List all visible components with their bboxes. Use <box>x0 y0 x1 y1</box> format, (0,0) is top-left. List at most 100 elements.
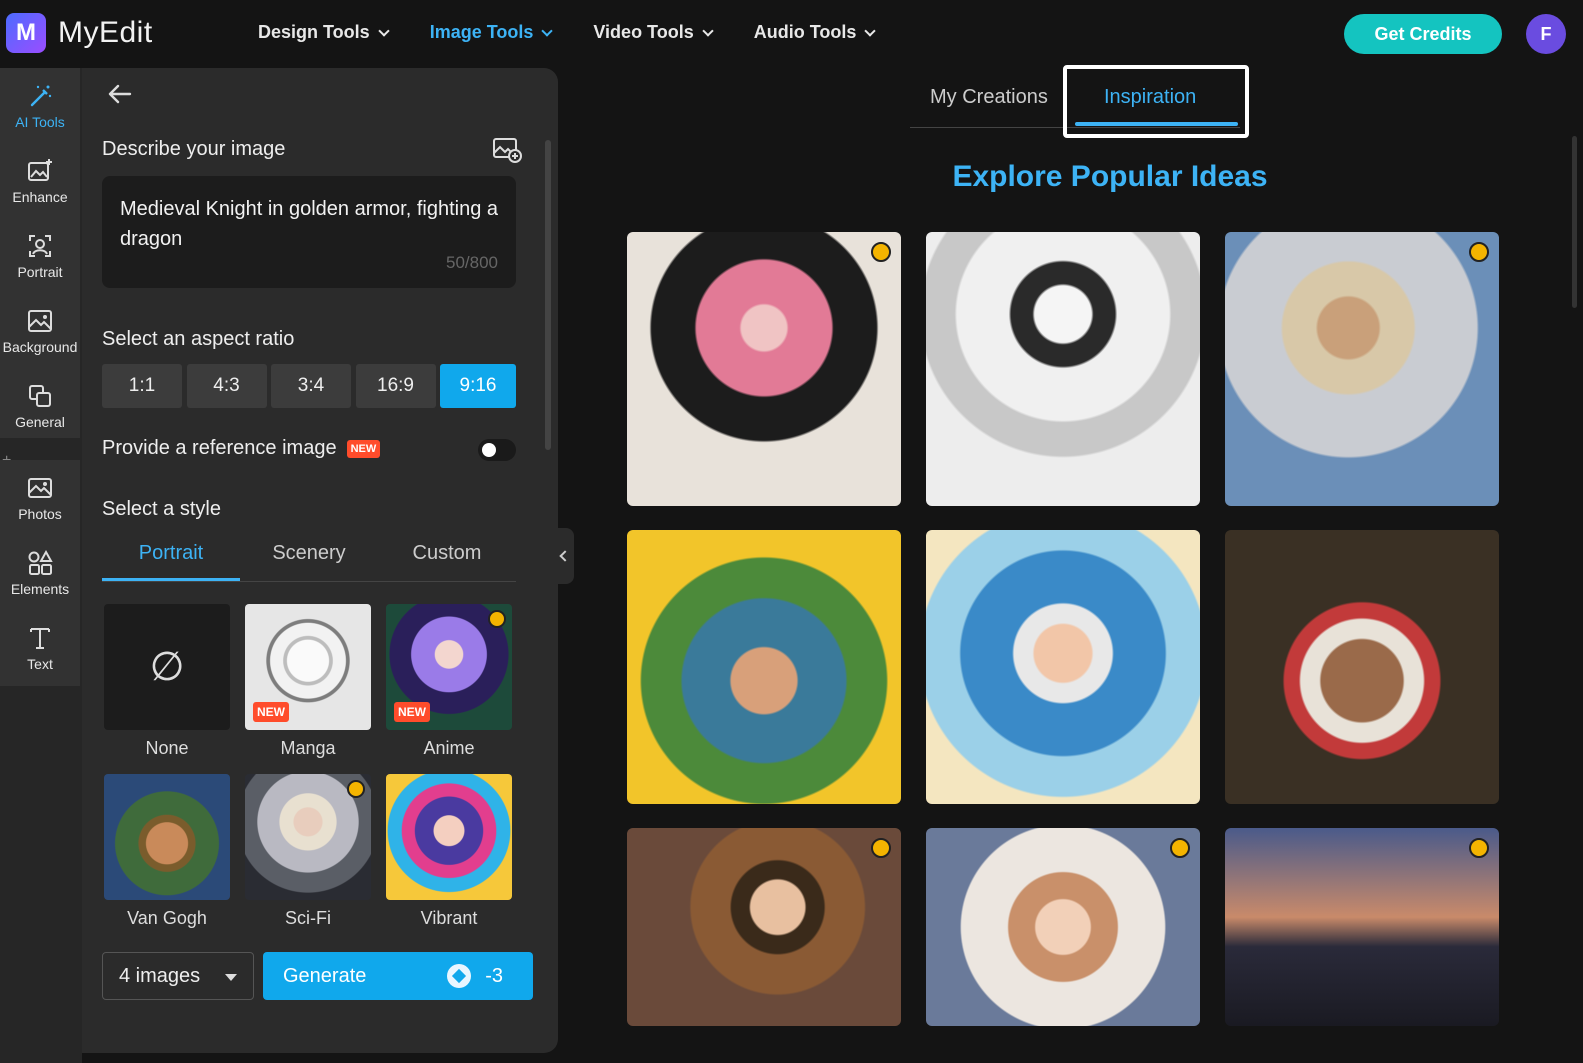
style-name: Van Gogh <box>127 908 207 928</box>
premium-crown-icon <box>871 242 891 262</box>
reference-image-row: Provide a reference image NEW <box>102 437 381 460</box>
vibrant-thumbnail <box>386 774 512 900</box>
prompt-text: Medieval Knight in golden armor, fightin… <box>120 198 499 250</box>
credit-cost-value: -3 <box>485 964 503 987</box>
magic-wand-icon <box>30 85 52 106</box>
nav-label: Design Tools <box>258 22 370 42</box>
ratio-1-1-button[interactable]: 1:1 <box>102 364 182 408</box>
style-none[interactable]: ∅ None <box>104 604 230 759</box>
logo[interactable]: M MyEdit <box>6 13 153 53</box>
no-style-icon: ∅ <box>104 604 230 730</box>
rail-item-general[interactable]: General <box>0 368 80 443</box>
describe-label: Describe your image <box>102 138 286 160</box>
gallery-image[interactable] <box>1225 530 1499 804</box>
new-badge: NEW <box>394 702 430 722</box>
prompt-textarea[interactable]: Medieval Knight in golden armor, fightin… <box>102 176 516 288</box>
credit-coin-icon <box>447 964 472 988</box>
style-name: Manga <box>280 738 336 758</box>
gallery-image[interactable] <box>627 530 901 804</box>
new-badge: NEW <box>346 439 381 458</box>
style-manga[interactable]: NEW Manga <box>245 604 371 759</box>
char-count: 50/800 <box>446 253 498 272</box>
new-badge: NEW <box>253 702 289 722</box>
style-name: Anime <box>423 738 475 758</box>
chevron-down-icon <box>864 24 877 37</box>
rail-label: General <box>15 413 65 430</box>
ratio-4-3-button[interactable]: 4:3 <box>186 364 267 408</box>
chevron-left-icon <box>559 550 571 562</box>
rail-item-elements[interactable]: Elements <box>0 535 80 610</box>
gallery-image[interactable] <box>926 530 1200 804</box>
generate-label: Generate <box>283 964 367 987</box>
collapse-panel-button[interactable] <box>552 528 574 584</box>
main-nav: Design Tools Image Tools Video Tools Aud… <box>258 22 916 43</box>
add-image-icon[interactable] <box>492 136 522 164</box>
explore-title: Explore Popular Ideas <box>952 160 1268 193</box>
general-icon <box>29 384 51 407</box>
rail-item-text[interactable]: Text <box>0 610 80 685</box>
aspect-ratio-label: Select an aspect ratio <box>102 328 295 350</box>
portrait-icon <box>29 234 51 257</box>
nav-label: Video Tools <box>593 22 694 42</box>
premium-crown-icon <box>1469 838 1489 858</box>
ratio-16-9-button[interactable]: 16:9 <box>355 364 436 408</box>
tab-scenery[interactable]: Scenery <box>240 534 378 581</box>
generate-button[interactable]: Generate -3 <box>263 952 533 1000</box>
chevron-down-icon <box>378 24 390 37</box>
rail-item-enhance[interactable]: Enhance <box>0 143 80 218</box>
tab-portrait[interactable]: Portrait <box>102 534 240 581</box>
avatar[interactable]: F <box>1526 14 1566 54</box>
generator-panel: Describe your image Medieval Knight in g… <box>82 68 558 1053</box>
nav-audio-tools[interactable]: Audio Tools <box>754 22 877 43</box>
reference-image-toggle[interactable] <box>478 439 516 461</box>
tab-my-creations[interactable]: My Creations <box>930 86 1048 109</box>
text-icon <box>30 627 50 649</box>
enhance-icon <box>28 158 52 181</box>
style-vibrant[interactable]: Vibrant <box>386 774 512 929</box>
rail-label: Enhance <box>12 188 68 205</box>
back-arrow-icon[interactable] <box>106 82 134 106</box>
background-icon <box>28 309 52 332</box>
nav-design-tools[interactable]: Design Tools <box>258 22 390 43</box>
gallery-image[interactable] <box>1225 828 1499 1026</box>
style-tabs: Portrait Scenery Custom <box>102 534 516 582</box>
rail-item-ai-tools[interactable]: AI Tools <box>0 68 80 143</box>
ratio-9-16-button[interactable]: 9:16 <box>440 364 516 408</box>
nav-video-tools[interactable]: Video Tools <box>593 22 714 43</box>
anime-thumbnail: NEW <box>386 604 512 730</box>
gallery-image[interactable] <box>627 232 901 506</box>
app-name: MyEdit <box>58 16 153 49</box>
image-count-select[interactable]: 4 images <box>102 952 254 1000</box>
rail-label: Text <box>27 655 53 672</box>
image-count-value: 4 images <box>119 964 201 987</box>
chevron-down-icon <box>702 24 714 37</box>
rail-item-photos[interactable]: Photos <box>0 460 80 535</box>
gallery-image[interactable] <box>1225 232 1499 506</box>
gallery-image[interactable] <box>627 828 901 1026</box>
premium-crown-icon <box>871 838 891 858</box>
style-van-gogh[interactable]: Van Gogh <box>104 774 230 929</box>
tool-rail: AI Tools Enhance Portrait Background Gen… <box>0 68 82 1063</box>
rail-label: Background <box>2 338 78 355</box>
rail-group-ai: AI Tools Enhance Portrait Background Gen… <box>0 68 80 438</box>
ratio-3-4-button[interactable]: 3:4 <box>271 364 351 408</box>
rail-item-portrait[interactable]: Portrait <box>0 218 80 293</box>
gallery-image[interactable] <box>926 232 1200 506</box>
sci-fi-thumbnail <box>245 774 371 900</box>
credit-cost: -3 <box>447 964 503 988</box>
rail-label: Elements <box>10 580 70 597</box>
nav-image-tools[interactable]: Image Tools <box>429 22 554 43</box>
gallery-scrollbar[interactable] <box>1572 136 1577 308</box>
style-sci-fi[interactable]: Sci-Fi <box>245 774 371 929</box>
rail-label: Portrait <box>17 263 63 280</box>
tab-custom[interactable]: Custom <box>378 534 516 581</box>
get-credits-button[interactable]: Get Credits <box>1344 14 1502 54</box>
photos-icon <box>28 477 52 498</box>
rail-item-background[interactable]: Background <box>0 293 80 368</box>
manga-thumbnail: NEW <box>245 604 371 730</box>
gallery-image[interactable] <box>926 828 1200 1026</box>
style-anime[interactable]: NEW Anime <box>386 604 512 759</box>
panel-scrollbar[interactable] <box>545 140 551 450</box>
style-name: None <box>145 738 189 758</box>
nav-label: Image Tools <box>429 22 534 42</box>
